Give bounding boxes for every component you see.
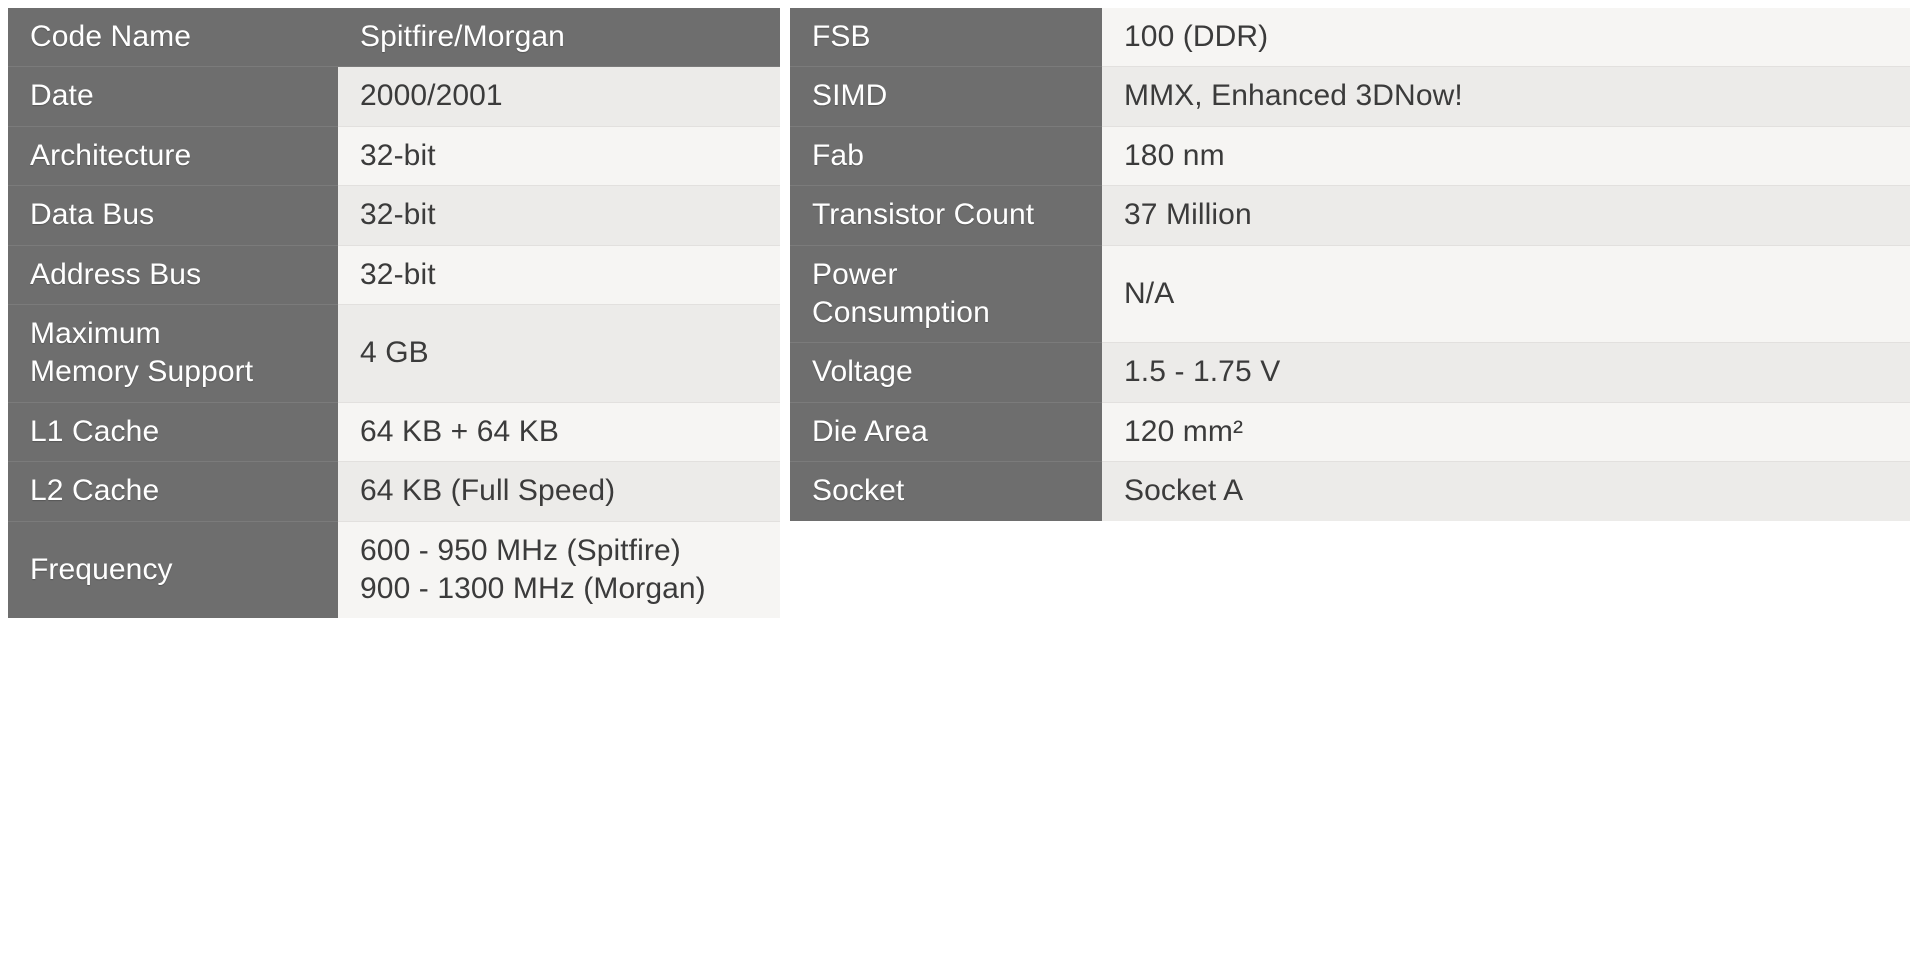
- spec-value: 64 KB (Full Speed): [338, 461, 780, 522]
- spec-value: 37 Million: [1102, 185, 1910, 246]
- spec-label: Transistor Count: [790, 185, 1102, 246]
- spec-label: Code Name: [8, 8, 338, 68]
- spec-label: Fab: [790, 126, 1102, 187]
- table-row: Fab 180 nm: [790, 126, 1910, 187]
- spec-value: 32-bit: [338, 245, 780, 305]
- spec-label: Maximum Memory Support: [8, 304, 338, 403]
- spec-value: Spitfire/Morgan: [338, 8, 780, 68]
- table-row: Power Consumption N/A: [790, 245, 1910, 344]
- spec-label: SIMD: [790, 66, 1102, 127]
- spec-value: 100 (DDR): [1102, 8, 1910, 68]
- spec-value: 64 KB + 64 KB: [338, 402, 780, 463]
- table-row: Data Bus 32-bit: [8, 185, 780, 246]
- spec-value: 120 mm²: [1102, 402, 1910, 463]
- table-row: FSB 100 (DDR): [790, 8, 1910, 68]
- spec-label: FSB: [790, 8, 1102, 68]
- cpu-spec-table-right: FSB 100 (DDR) SIMD MMX, Enhanced 3DNow! Fab 1…: [790, 8, 1910, 521]
- spec-value: N/A: [1102, 245, 1910, 344]
- cpu-spec-table-left: Code Name Spitfire/Morgan Date 2000/2001 Arc…: [8, 8, 780, 619]
- spec-label: Address Bus: [8, 245, 338, 305]
- spec-value: 1.5 - 1.75 V: [1102, 342, 1910, 403]
- table-row: Voltage 1.5 - 1.75 V: [790, 342, 1910, 403]
- table-row: Address Bus 32-bit: [8, 245, 780, 305]
- table-row: SIMD MMX, Enhanced 3DNow!: [790, 66, 1910, 127]
- spec-label: L1 Cache: [8, 402, 338, 463]
- spec-value: Socket A: [1102, 461, 1910, 521]
- spec-value: 32-bit: [338, 126, 780, 187]
- table-row: Frequency 600 - 950 MHz (Spitfire) 900 - …: [8, 521, 780, 619]
- spec-label: Voltage: [790, 342, 1102, 403]
- spec-label: Socket: [790, 461, 1102, 521]
- spec-label: Data Bus: [8, 185, 338, 246]
- spec-label: Frequency: [8, 521, 338, 619]
- table-row: Architecture 32-bit: [8, 126, 780, 187]
- spec-value: 32-bit: [338, 185, 780, 246]
- spec-label: Power Consumption: [790, 245, 1102, 344]
- spec-value: 2000/2001: [338, 66, 780, 127]
- table-row: L1 Cache 64 KB + 64 KB: [8, 402, 780, 463]
- spec-value: 180 nm: [1102, 126, 1910, 187]
- table-right-body: FSB 100 (DDR) SIMD MMX, Enhanced 3DNow! Fab 1…: [790, 8, 1910, 521]
- table-row: Transistor Count 37 Million: [790, 185, 1910, 246]
- table-row: Maximum Memory Support 4 GB: [8, 304, 780, 403]
- spec-sheet-page: Code Name Spitfire/Morgan Date 2000/2001 Arc…: [0, 0, 1920, 978]
- spec-label: Date: [8, 66, 338, 127]
- spec-value: 600 - 950 MHz (Spitfire) 900 - 1300 MHz …: [338, 521, 780, 619]
- spec-label: Architecture: [8, 126, 338, 187]
- spec-label: Die Area: [790, 402, 1102, 463]
- table-row: L2 Cache 64 KB (Full Speed): [8, 461, 780, 522]
- table-row: Die Area 120 mm²: [790, 402, 1910, 463]
- spec-value: MMX, Enhanced 3DNow!: [1102, 66, 1910, 127]
- spec-value: 4 GB: [338, 304, 780, 403]
- table-row: Date 2000/2001: [8, 66, 780, 127]
- table-row: Socket Socket A: [790, 461, 1910, 521]
- table-left-body: Code Name Spitfire/Morgan Date 2000/2001 Arc…: [8, 8, 780, 619]
- table-row: Code Name Spitfire/Morgan: [8, 8, 780, 68]
- spec-label: L2 Cache: [8, 461, 338, 522]
